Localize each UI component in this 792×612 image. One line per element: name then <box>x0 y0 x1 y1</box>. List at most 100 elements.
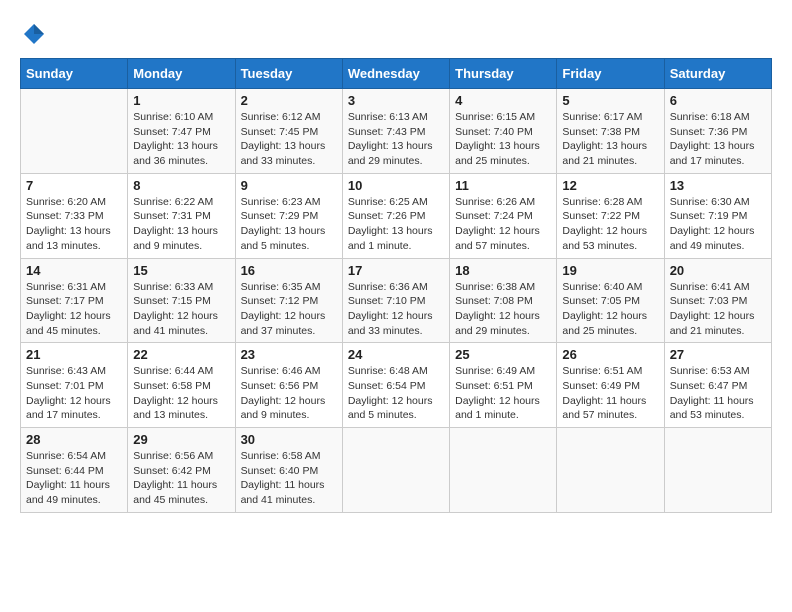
day-detail: Sunrise: 6:41 AM Sunset: 7:03 PM Dayligh… <box>670 280 766 339</box>
calendar-cell: 12 Sunrise: 6:28 AM Sunset: 7:22 PM Dayli… <box>557 173 664 258</box>
calendar-cell <box>557 428 664 513</box>
calendar-cell: 10Sunrise: 6:25 AM Sunset: 7:26 PM Dayli… <box>342 173 449 258</box>
day-detail: Sunrise: 6:30 AM Sunset: 7:19 PM Dayligh… <box>670 195 766 254</box>
calendar-week-row: 28 Sunrise: 6:54 AM Sunset: 6:44 PM Dayli… <box>21 428 772 513</box>
day-number: 30 <box>241 432 337 447</box>
day-detail: Sunrise: 6:36 AM Sunset: 7:10 PM Dayligh… <box>348 280 444 339</box>
day-detail: Sunrise: 6:13 AM Sunset: 7:43 PM Dayligh… <box>348 110 444 169</box>
page-header <box>20 20 772 48</box>
day-number: 7 <box>26 178 122 193</box>
day-detail: Sunrise: 6:56 AM Sunset: 6:42 PM Dayligh… <box>133 449 229 508</box>
day-number: 18 <box>455 263 551 278</box>
day-detail: Sunrise: 6:53 AM Sunset: 6:47 PM Dayligh… <box>670 364 766 423</box>
calendar-cell: 5 Sunrise: 6:17 AM Sunset: 7:38 PM Daylig… <box>557 89 664 174</box>
calendar-cell: 21 Sunrise: 6:43 AM Sunset: 7:01 PM Dayli… <box>21 343 128 428</box>
day-detail: Sunrise: 6:54 AM Sunset: 6:44 PM Dayligh… <box>26 449 122 508</box>
calendar-week-row: 14 Sunrise: 6:31 AM Sunset: 7:17 PM Dayli… <box>21 258 772 343</box>
day-detail: Sunrise: 6:58 AM Sunset: 6:40 PM Dayligh… <box>241 449 337 508</box>
calendar-cell: 27 Sunrise: 6:53 AM Sunset: 6:47 PM Dayli… <box>664 343 771 428</box>
day-detail: Sunrise: 6:40 AM Sunset: 7:05 PM Dayligh… <box>562 280 658 339</box>
calendar-cell: 18 Sunrise: 6:38 AM Sunset: 7:08 PM Dayli… <box>450 258 557 343</box>
day-number: 24 <box>348 347 444 362</box>
weekday-header: Friday <box>557 59 664 89</box>
calendar-cell: 1 Sunrise: 6:10 AM Sunset: 7:47 PM Daylig… <box>128 89 235 174</box>
day-number: 11 <box>455 178 551 193</box>
day-number: 25 <box>455 347 551 362</box>
calendar-cell: 26 Sunrise: 6:51 AM Sunset: 6:49 PM Dayli… <box>557 343 664 428</box>
calendar-cell: 20Sunrise: 6:41 AM Sunset: 7:03 PM Dayli… <box>664 258 771 343</box>
day-detail: Sunrise: 6:38 AM Sunset: 7:08 PM Dayligh… <box>455 280 551 339</box>
day-number: 5 <box>562 93 658 108</box>
day-number: 4 <box>455 93 551 108</box>
day-detail: Sunrise: 6:22 AM Sunset: 7:31 PM Dayligh… <box>133 195 229 254</box>
day-number: 8 <box>133 178 229 193</box>
day-number: 9 <box>241 178 337 193</box>
day-number: 2 <box>241 93 337 108</box>
calendar-cell: 19 Sunrise: 6:40 AM Sunset: 7:05 PM Dayli… <box>557 258 664 343</box>
day-number: 6 <box>670 93 766 108</box>
day-number: 28 <box>26 432 122 447</box>
day-number: 16 <box>241 263 337 278</box>
calendar-cell: 4 Sunrise: 6:15 AM Sunset: 7:40 PM Daylig… <box>450 89 557 174</box>
day-number: 1 <box>133 93 229 108</box>
calendar-cell: 2 Sunrise: 6:12 AM Sunset: 7:45 PM Daylig… <box>235 89 342 174</box>
day-detail: Sunrise: 6:31 AM Sunset: 7:17 PM Dayligh… <box>26 280 122 339</box>
calendar-cell <box>664 428 771 513</box>
day-detail: Sunrise: 6:33 AM Sunset: 7:15 PM Dayligh… <box>133 280 229 339</box>
day-number: 22 <box>133 347 229 362</box>
weekday-header-row: SundayMondayTuesdayWednesdayThursdayFrid… <box>21 59 772 89</box>
calendar-cell: 17 Sunrise: 6:36 AM Sunset: 7:10 PM Dayli… <box>342 258 449 343</box>
calendar-cell: 22 Sunrise: 6:44 AM Sunset: 6:58 PM Dayli… <box>128 343 235 428</box>
day-number: 23 <box>241 347 337 362</box>
day-number: 13 <box>670 178 766 193</box>
calendar-cell: 24Sunrise: 6:48 AM Sunset: 6:54 PM Dayli… <box>342 343 449 428</box>
day-detail: Sunrise: 6:12 AM Sunset: 7:45 PM Dayligh… <box>241 110 337 169</box>
calendar-cell: 16 Sunrise: 6:35 AM Sunset: 7:12 PM Dayli… <box>235 258 342 343</box>
day-detail: Sunrise: 6:44 AM Sunset: 6:58 PM Dayligh… <box>133 364 229 423</box>
day-detail: Sunrise: 6:15 AM Sunset: 7:40 PM Dayligh… <box>455 110 551 169</box>
calendar-cell: 6Sunrise: 6:18 AM Sunset: 7:36 PM Daylig… <box>664 89 771 174</box>
day-number: 17 <box>348 263 444 278</box>
calendar-cell: 3 Sunrise: 6:13 AM Sunset: 7:43 PM Daylig… <box>342 89 449 174</box>
calendar-cell <box>21 89 128 174</box>
logo <box>20 20 52 48</box>
calendar-cell: 14 Sunrise: 6:31 AM Sunset: 7:17 PM Dayli… <box>21 258 128 343</box>
calendar-cell: 8 Sunrise: 6:22 AM Sunset: 7:31 PM Daylig… <box>128 173 235 258</box>
calendar-table: SundayMondayTuesdayWednesdayThursdayFrid… <box>20 58 772 513</box>
day-detail: Sunrise: 6:51 AM Sunset: 6:49 PM Dayligh… <box>562 364 658 423</box>
day-number: 3 <box>348 93 444 108</box>
day-detail: Sunrise: 6:10 AM Sunset: 7:47 PM Dayligh… <box>133 110 229 169</box>
day-detail: Sunrise: 6:28 AM Sunset: 7:22 PM Dayligh… <box>562 195 658 254</box>
weekday-header: Tuesday <box>235 59 342 89</box>
day-detail: Sunrise: 6:43 AM Sunset: 7:01 PM Dayligh… <box>26 364 122 423</box>
day-number: 21 <box>26 347 122 362</box>
day-number: 12 <box>562 178 658 193</box>
day-number: 27 <box>670 347 766 362</box>
calendar-week-row: 7Sunrise: 6:20 AM Sunset: 7:33 PM Daylig… <box>21 173 772 258</box>
calendar-week-row: 21 Sunrise: 6:43 AM Sunset: 7:01 PM Dayli… <box>21 343 772 428</box>
day-number: 26 <box>562 347 658 362</box>
day-number: 14 <box>26 263 122 278</box>
calendar-cell <box>342 428 449 513</box>
day-detail: Sunrise: 6:49 AM Sunset: 6:51 PM Dayligh… <box>455 364 551 423</box>
day-detail: Sunrise: 6:23 AM Sunset: 7:29 PM Dayligh… <box>241 195 337 254</box>
day-detail: Sunrise: 6:26 AM Sunset: 7:24 PM Dayligh… <box>455 195 551 254</box>
day-detail: Sunrise: 6:17 AM Sunset: 7:38 PM Dayligh… <box>562 110 658 169</box>
calendar-cell: 13 Sunrise: 6:30 AM Sunset: 7:19 PM Dayli… <box>664 173 771 258</box>
weekday-header: Wednesday <box>342 59 449 89</box>
day-number: 29 <box>133 432 229 447</box>
calendar-cell: 23 Sunrise: 6:46 AM Sunset: 6:56 PM Dayli… <box>235 343 342 428</box>
day-number: 15 <box>133 263 229 278</box>
calendar-cell: 30 Sunrise: 6:58 AM Sunset: 6:40 PM Dayli… <box>235 428 342 513</box>
calendar-cell: 11 Sunrise: 6:26 AM Sunset: 7:24 PM Dayli… <box>450 173 557 258</box>
weekday-header: Sunday <box>21 59 128 89</box>
weekday-header: Saturday <box>664 59 771 89</box>
day-detail: Sunrise: 6:46 AM Sunset: 6:56 PM Dayligh… <box>241 364 337 423</box>
calendar-cell: 7Sunrise: 6:20 AM Sunset: 7:33 PM Daylig… <box>21 173 128 258</box>
calendar-week-row: 1 Sunrise: 6:10 AM Sunset: 7:47 PM Daylig… <box>21 89 772 174</box>
day-detail: Sunrise: 6:35 AM Sunset: 7:12 PM Dayligh… <box>241 280 337 339</box>
day-number: 19 <box>562 263 658 278</box>
calendar-cell: 9 Sunrise: 6:23 AM Sunset: 7:29 PM Daylig… <box>235 173 342 258</box>
day-number: 10 <box>348 178 444 193</box>
calendar-cell <box>450 428 557 513</box>
